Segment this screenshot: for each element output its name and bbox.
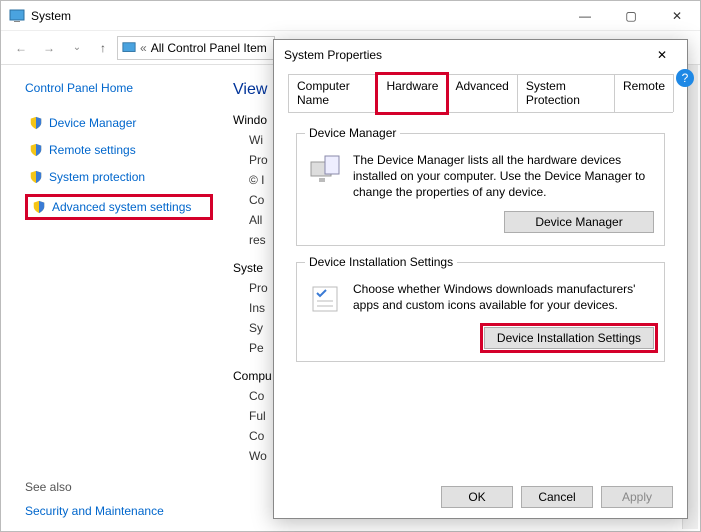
- sidebar-item-label: Advanced system settings: [52, 200, 191, 214]
- address-text: All Control Panel Item: [151, 41, 267, 55]
- window-titlebar: System — ▢ ✕: [1, 1, 700, 31]
- shield-icon: [29, 170, 43, 184]
- device-installation-settings-button[interactable]: Device Installation Settings: [484, 327, 654, 349]
- group-device-manager: Device Manager The Device Manager lists …: [296, 133, 665, 246]
- tab-hardware[interactable]: Hardware: [377, 74, 447, 113]
- sidebar-item-device-manager[interactable]: Device Manager: [25, 113, 213, 133]
- sidebar-item-label: System protection: [49, 170, 145, 184]
- tab-advanced[interactable]: Advanced: [446, 74, 517, 112]
- tab-remote[interactable]: Remote: [614, 74, 674, 112]
- dialog-titlebar: System Properties ✕: [274, 40, 687, 70]
- device-manager-button[interactable]: Device Manager: [504, 211, 654, 233]
- maximize-button[interactable]: ▢: [608, 1, 654, 31]
- recent-button[interactable]: ⌄: [65, 36, 89, 60]
- device-manager-icon: [307, 152, 343, 188]
- up-button[interactable]: ↑: [93, 38, 113, 58]
- control-panel-home-link[interactable]: Control Panel Home: [25, 81, 213, 95]
- sidebar-item-label: Remote settings: [49, 143, 136, 157]
- back-button[interactable]: ←: [9, 36, 33, 60]
- sidebar-item-label: Device Manager: [49, 116, 136, 130]
- group-text: Choose whether Windows downloads manufac…: [353, 281, 654, 313]
- system-properties-dialog: System Properties ✕ Computer Name Hardwa…: [273, 39, 688, 519]
- group-title: Device Installation Settings: [305, 255, 457, 269]
- window-controls: — ▢ ✕: [562, 1, 700, 31]
- group-title: Device Manager: [305, 126, 400, 140]
- see-also-label: See also: [25, 480, 213, 494]
- window-title: System: [31, 9, 562, 23]
- dialog-tabstrip: Computer Name Hardware Advanced System P…: [288, 74, 673, 113]
- sidebar-item-system-protection[interactable]: System protection: [25, 167, 213, 187]
- group-device-installation-settings: Device Installation Settings Choose whet…: [296, 262, 665, 362]
- cancel-button[interactable]: Cancel: [521, 486, 593, 508]
- shield-icon: [29, 143, 43, 157]
- system-icon: [122, 41, 136, 55]
- sidebar: Control Panel Home Device Manager Remote…: [1, 65, 221, 531]
- dialog-footer: OK Cancel Apply: [441, 486, 673, 508]
- tab-computer-name[interactable]: Computer Name: [288, 74, 378, 112]
- sidebar-item-advanced-system-settings[interactable]: Advanced system settings: [25, 194, 213, 220]
- close-button[interactable]: ✕: [654, 1, 700, 31]
- dialog-body: Computer Name Hardware Advanced System P…: [274, 70, 687, 518]
- apply-button[interactable]: Apply: [601, 486, 673, 508]
- forward-button[interactable]: →: [37, 36, 61, 60]
- tab-content-hardware: Device Manager The Device Manager lists …: [282, 113, 679, 388]
- settings-list-icon: [307, 281, 343, 317]
- shield-icon: [29, 116, 43, 130]
- group-text: The Device Manager lists all the hardwar…: [353, 152, 654, 201]
- dialog-title: System Properties: [284, 48, 647, 62]
- dialog-close-button[interactable]: ✕: [647, 40, 677, 70]
- address-chevron: «: [140, 41, 147, 55]
- system-icon: [9, 8, 25, 24]
- help-icon[interactable]: ?: [676, 69, 694, 87]
- minimize-button[interactable]: —: [562, 1, 608, 31]
- tab-system-protection[interactable]: System Protection: [517, 74, 615, 112]
- security-maintenance-link[interactable]: Security and Maintenance: [25, 504, 213, 518]
- shield-icon: [32, 200, 46, 214]
- address-bar[interactable]: « All Control Panel Item: [117, 36, 275, 60]
- ok-button[interactable]: OK: [441, 486, 513, 508]
- sidebar-item-remote-settings[interactable]: Remote settings: [25, 140, 213, 160]
